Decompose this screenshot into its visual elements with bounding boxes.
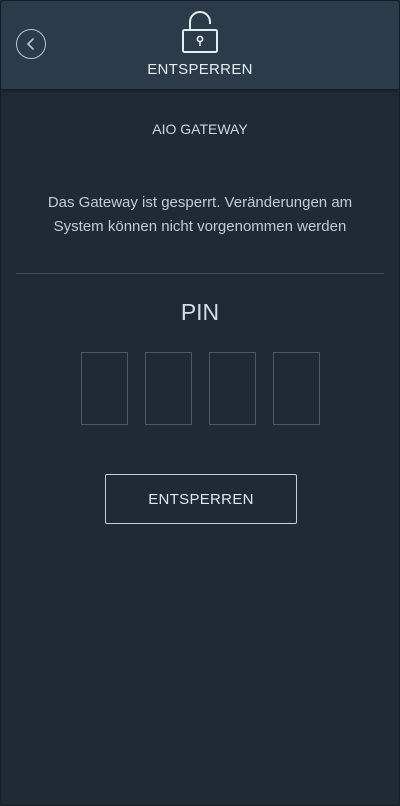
pin-digit-4[interactable] bbox=[273, 352, 320, 425]
back-button[interactable] bbox=[16, 29, 46, 59]
pin-digit-1[interactable] bbox=[81, 352, 128, 425]
divider bbox=[16, 273, 384, 274]
chevron-left-icon bbox=[27, 38, 34, 50]
unlock-screen: ENTSPERREN AIO GATEWAY Das Gateway ist g… bbox=[0, 0, 400, 806]
page-title: ENTSPERREN bbox=[147, 61, 253, 78]
pin-digit-3[interactable] bbox=[209, 352, 256, 425]
pin-label: PIN bbox=[180, 299, 220, 325]
unlock-button[interactable]: ENTSPERREN bbox=[105, 474, 297, 524]
lock-message: Das Gateway ist gesperrt. Veränderungen … bbox=[47, 194, 353, 235]
unlocked-padlock-icon bbox=[182, 11, 218, 53]
device-name: AIO GATEWAY bbox=[152, 121, 248, 137]
header-bar: ENTSPERREN bbox=[1, 1, 399, 89]
pin-digit-2[interactable] bbox=[145, 352, 192, 425]
